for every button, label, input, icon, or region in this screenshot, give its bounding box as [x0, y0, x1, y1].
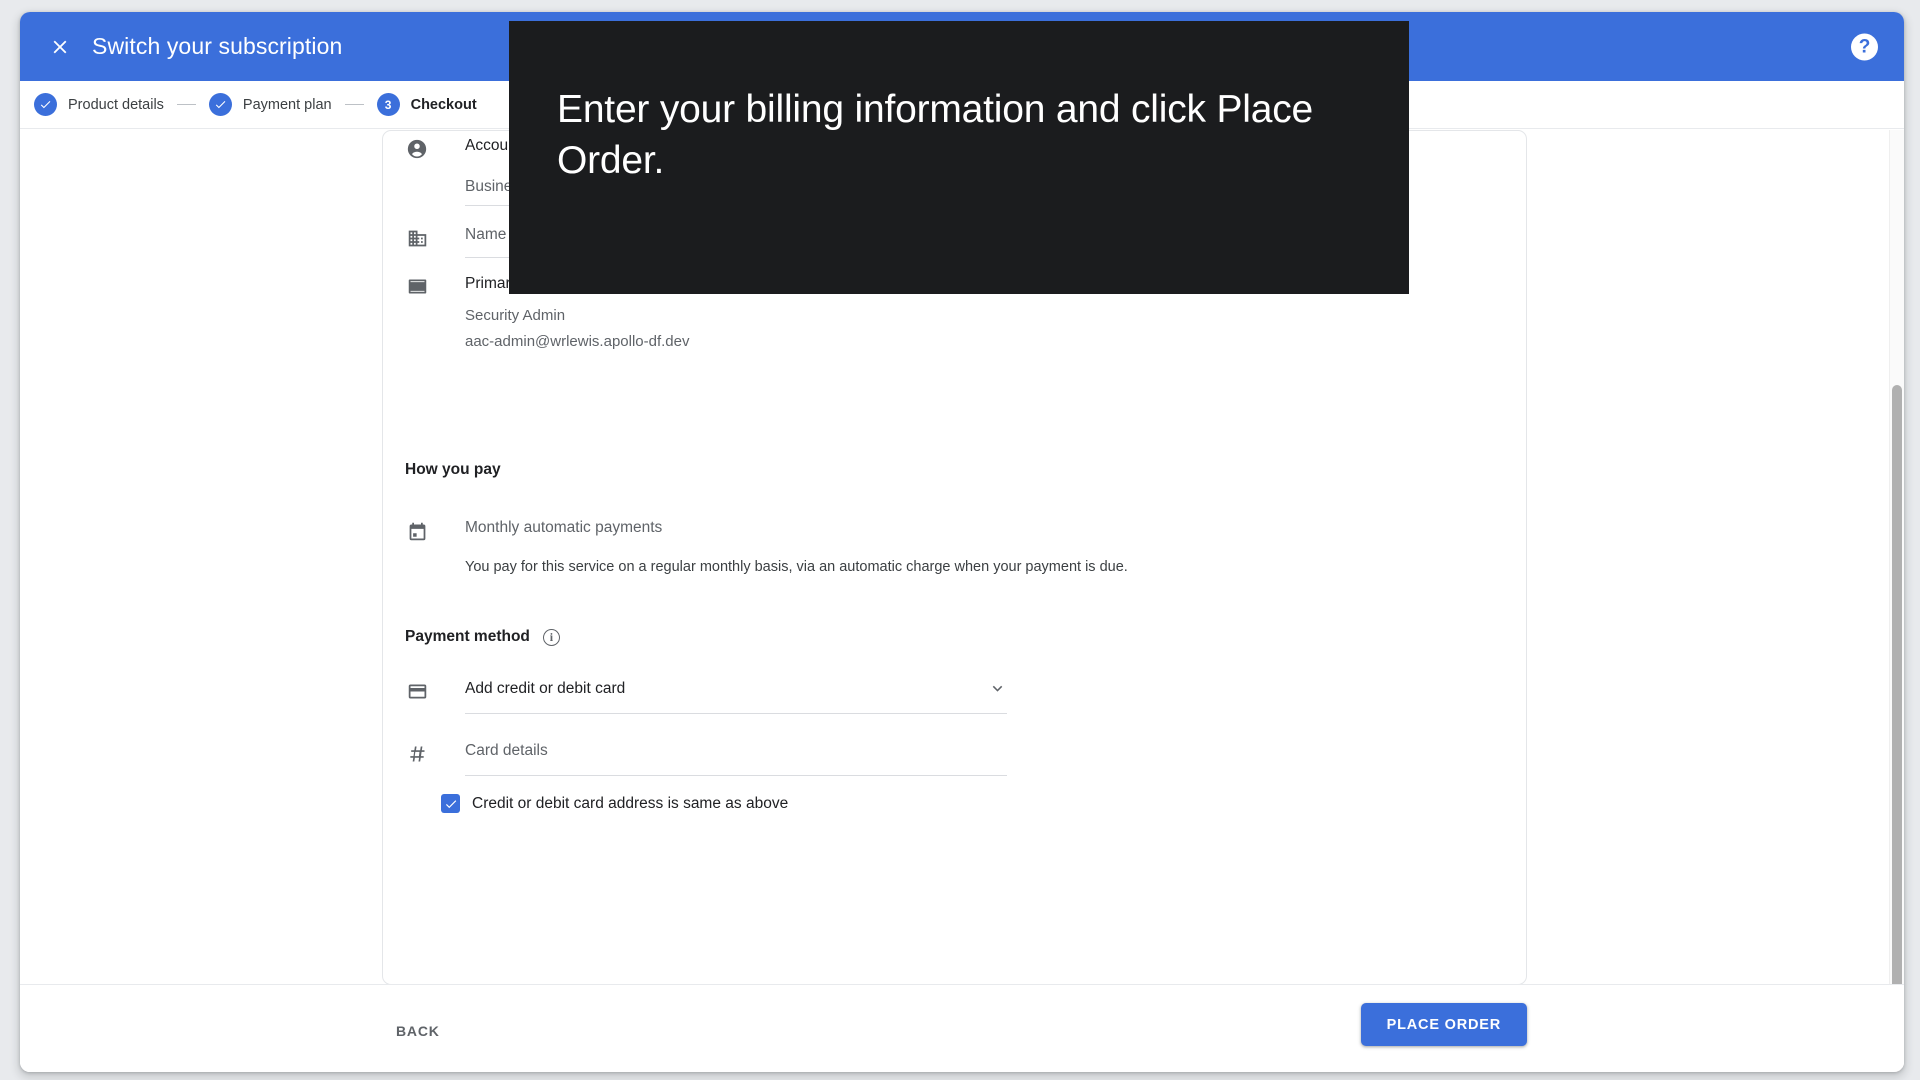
- step-separator: [176, 104, 196, 105]
- payment-method-selected[interactable]: Add credit or debit card: [465, 680, 625, 698]
- primary-contact-name: Security Admin: [465, 307, 566, 324]
- payment-schedule-value: Monthly automatic payments: [465, 519, 663, 536]
- contact-card-icon: [405, 274, 429, 298]
- payment-schedule-description: You pay for this service on a regular mo…: [465, 559, 1128, 575]
- scrollbar-thumb[interactable]: [1892, 385, 1902, 1072]
- vertical-scrollbar[interactable]: [1889, 130, 1904, 1072]
- same-address-checkbox[interactable]: [441, 794, 460, 813]
- step-badge-check-icon: [208, 93, 232, 116]
- account-value: Busine: [465, 178, 513, 195]
- help-icon[interactable]: ?: [1851, 33, 1878, 60]
- same-address-label: Credit or debit card address is same as …: [472, 794, 789, 812]
- card-details-row[interactable]: Card details: [405, 742, 1007, 776]
- step-badge-number: 3: [376, 93, 400, 116]
- step-label: Product details: [68, 96, 164, 113]
- info-icon[interactable]: i: [542, 628, 560, 646]
- step-badge-check-icon: [34, 93, 57, 116]
- instruction-overlay: Enter your billing information and click…: [509, 21, 1409, 294]
- how-you-pay-title: How you pay: [405, 461, 501, 478]
- step-payment-plan[interactable]: Payment plan: [208, 93, 332, 116]
- step-product-details[interactable]: Product details: [34, 93, 164, 116]
- dialog-footer: BACK PLACE ORDER: [20, 984, 1904, 1072]
- payment-schedule-row[interactable]: Monthly automatic payments You pay for t…: [405, 519, 1185, 575]
- page-title: Switch your subscription: [92, 33, 343, 59]
- card-details-input[interactable]: Card details: [465, 742, 548, 759]
- credit-card-icon: [405, 679, 429, 703]
- instruction-text: Enter your billing information and click…: [557, 88, 1314, 182]
- calendar-icon: [405, 519, 429, 543]
- same-address-checkbox-row[interactable]: Credit or debit card address is same as …: [441, 794, 788, 813]
- step-label: Payment plan: [242, 96, 332, 113]
- place-order-button[interactable]: PLACE ORDER: [1360, 1003, 1527, 1046]
- chevron-down-icon[interactable]: [988, 679, 1007, 698]
- step-checkout[interactable]: 3 Checkout: [376, 93, 477, 116]
- close-icon[interactable]: [42, 29, 78, 65]
- step-label: Checkout: [410, 96, 477, 113]
- person-icon: [405, 137, 429, 161]
- business-name-input[interactable]: Name: [465, 226, 506, 243]
- building-icon: [405, 226, 429, 250]
- back-button[interactable]: BACK: [382, 1013, 454, 1049]
- step-separator: [344, 104, 364, 105]
- payment-method-select-row[interactable]: Add credit or debit card: [405, 679, 1007, 714]
- primary-contact-email: aac-admin@wrlewis.apollo-df.dev: [465, 333, 690, 350]
- payment-method-title: Payment method: [405, 628, 530, 645]
- how-you-pay-section: How you pay: [405, 461, 501, 479]
- hash-icon: [405, 742, 429, 766]
- payment-method-section-header: Payment method i: [405, 628, 560, 646]
- screen: Switch your subscription ? Product detai…: [0, 0, 1920, 1080]
